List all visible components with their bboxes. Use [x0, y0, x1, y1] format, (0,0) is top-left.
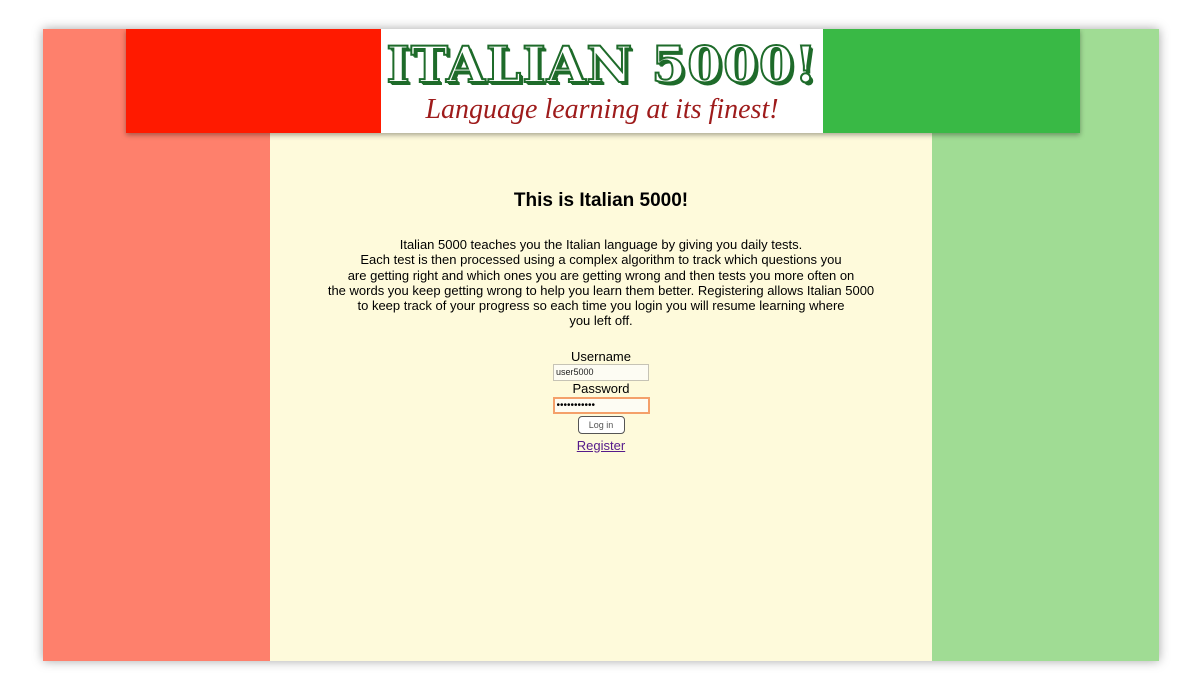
logo-title: ITALIAN 5000! — [385, 34, 818, 95]
header-banner: ITALIAN 5000! Language learning at its f… — [126, 29, 1080, 133]
main-content: This is Italian 5000! Italian 5000 teach… — [270, 189, 932, 454]
intro-line: Italian 5000 teaches you the Italian lan… — [399, 237, 803, 252]
logo-tagline: Language learning at its finest! — [425, 94, 779, 125]
logo: ITALIAN 5000! Language learning at its f… — [381, 29, 823, 133]
register-link[interactable]: Register — [577, 438, 625, 454]
intro-text: Italian 5000 teaches you the Italian lan… — [270, 237, 932, 329]
flag-green-stripe — [823, 29, 1080, 133]
intro-line: you left off. — [569, 313, 633, 329]
flag-red-stripe — [126, 29, 381, 133]
browser-viewport: ITALIAN 5000! Language learning at its f… — [43, 29, 1159, 661]
username-label: Username — [571, 348, 631, 364]
intro-line: to keep track of your progress so each t… — [357, 298, 845, 314]
login-button[interactable]: Log in — [577, 415, 625, 434]
username-input[interactable] — [553, 363, 649, 381]
password-input[interactable] — [552, 396, 650, 414]
password-label: Password — [572, 380, 630, 396]
page-title: This is Italian 5000! — [513, 190, 689, 211]
intro-line: Each test is then processed using a comp… — [360, 252, 842, 268]
login-form: Username Password Log in Register — [270, 349, 932, 454]
intro-line: the words you keep getting wrong to help… — [327, 282, 875, 298]
intro-line: are getting right and which ones you are… — [347, 267, 855, 283]
